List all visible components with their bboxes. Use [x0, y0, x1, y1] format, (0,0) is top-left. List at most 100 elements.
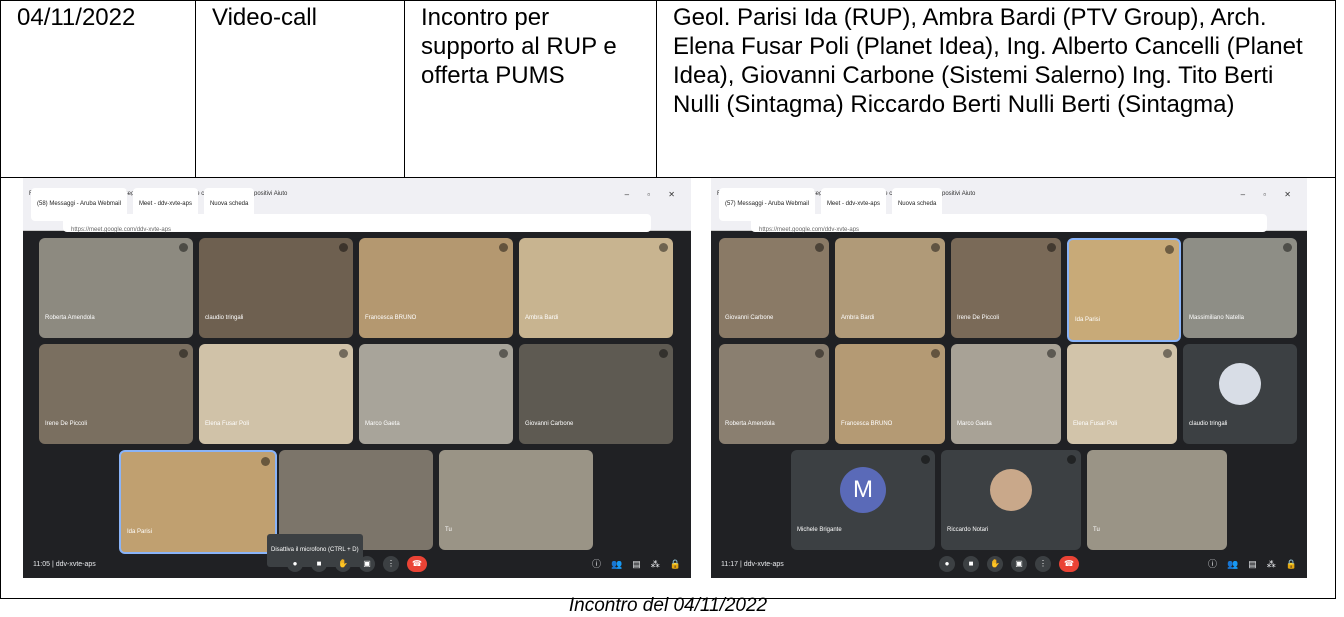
present-icon[interactable]: ▣	[359, 556, 375, 572]
browser-chrome: File Modifica Visualizza Cronologia Segn…	[23, 178, 691, 233]
lock-icon[interactable]: 🔒	[670, 550, 681, 579]
participant-name: Irene De Piccoli	[45, 421, 88, 427]
participant-name: Tu	[1093, 527, 1100, 533]
video-tile: Ambra Bardi	[519, 238, 673, 338]
activities-icon[interactable]: ⁂	[651, 550, 660, 579]
avatar: M	[840, 467, 886, 513]
side-controls: ⓘ 👥 ▤ ⁂ 🔒	[592, 550, 681, 579]
participant-name: Ambra Bardi	[841, 315, 875, 321]
participant-name: Marco Gaeta	[365, 421, 400, 427]
participant-name: Ambra Bardi	[525, 315, 559, 321]
mic-icon	[921, 455, 930, 464]
camera-icon[interactable]: ■	[311, 556, 327, 572]
call-controls: ● ■ ✋ ▣ ⋮ ☎	[939, 556, 1079, 572]
participant-name: Roberta Amendola	[725, 421, 775, 427]
video-tile: Riccardo Notari	[941, 450, 1081, 550]
microphone-icon[interactable]: ●	[287, 556, 303, 572]
mic-icon	[659, 349, 668, 358]
meet-controls-bar: 11:17 | ddv-xvte-aps ● ■ ✋ ▣ ⋮ ☎ ⓘ 👥 ▤ ⁂	[711, 550, 1307, 578]
microphone-icon[interactable]: ●	[939, 556, 955, 572]
tab-bar: (58) Messaggi - Aruba Webmail Meet - ddv…	[23, 187, 691, 221]
participant-name: Roberta Amendola	[45, 315, 95, 321]
video-tile-self: Tu	[1087, 450, 1227, 550]
mic-icon	[1047, 349, 1056, 358]
video-tile: Roberta Amendola	[719, 344, 829, 444]
participant-name: Riccardo Notari	[947, 527, 989, 533]
browser-tab[interactable]: Nuova scheda	[891, 187, 943, 221]
video-tile: Massimiliano Natella	[1183, 238, 1297, 338]
participant-name: Giovanni Carbone	[725, 315, 774, 321]
participant-name: Elena Fusar Poli	[205, 421, 250, 427]
chat-icon[interactable]: ▤	[1248, 550, 1257, 579]
video-tile: Francesca BRUNO	[359, 238, 513, 338]
camera-icon[interactable]: ■	[963, 556, 979, 572]
video-tile: Irene De Piccoli	[951, 238, 1061, 338]
video-tile: Elena Fusar Poli	[199, 344, 353, 444]
meet-screenshot-2: File Modifica Visualizza Cronologia Segn…	[711, 178, 1307, 578]
video-tile: Marco Gaeta	[359, 344, 513, 444]
mic-icon	[339, 243, 348, 252]
activities-icon[interactable]: ⁂	[1267, 550, 1276, 579]
meeting-code: ddv-xvte-aps	[743, 560, 784, 568]
url-bar[interactable]: https://meet.google.com/ddv-xvte-aps	[751, 214, 1267, 233]
video-tile: Elena Fusar Poli	[1067, 344, 1177, 444]
participant-name: Irene De Piccoli	[957, 315, 1000, 321]
figure-caption: Incontro del 04/11/2022	[568, 595, 768, 616]
video-tile-active: Ida Parisi	[119, 450, 277, 554]
mic-icon	[1047, 243, 1056, 252]
url-bar[interactable]: https://meet.google.com/ddv-xvte-aps	[63, 214, 651, 233]
mic-icon	[339, 349, 348, 358]
meeting-time: 11:17	[721, 560, 738, 568]
participant-name: Francesca BRUNO	[365, 315, 417, 321]
meeting-table: 04/11/2022 Video-call Incontro per suppo…	[0, 0, 1336, 599]
video-tile-self: Tu	[439, 450, 593, 550]
participant-name: Giovanni Carbone	[525, 421, 574, 427]
video-tile: Francesca BRUNO	[835, 344, 945, 444]
call-controls: ● ■ ✋ ▣ ⋮ ☎	[287, 556, 427, 572]
subject-cell: Incontro per supporto al RUP e offerta P…	[404, 0, 657, 178]
video-tile: Irene De Piccoli	[39, 344, 193, 444]
raise-hand-icon[interactable]: ✋	[335, 556, 351, 572]
browser-tab[interactable]: Nuova scheda	[203, 187, 255, 221]
video-tile: Giovanni Carbone	[519, 344, 673, 444]
participant-name: Elena Fusar Poli	[1073, 421, 1118, 427]
participant-name: Michele Brigante	[797, 527, 842, 533]
mic-icon	[1163, 349, 1172, 358]
video-tile: M Michele Brigante	[791, 450, 935, 550]
people-icon[interactable]: 👥	[1227, 550, 1238, 579]
video-tile: Marco Gaeta	[951, 344, 1061, 444]
people-icon[interactable]: 👥	[611, 550, 622, 579]
mic-icon	[179, 243, 188, 252]
raise-hand-icon[interactable]: ✋	[987, 556, 1003, 572]
chat-icon[interactable]: ▤	[632, 550, 641, 579]
info-icon[interactable]: ⓘ	[592, 550, 601, 579]
video-tile: claudio tringali	[199, 238, 353, 338]
video-tile: Ambra Bardi	[835, 238, 945, 338]
meet-controls-bar: 11:05 | ddv-xvte-aps ● ■ ✋ ▣ ⋮ ☎ ⓘ 👥 ▤ ⁂	[23, 550, 691, 578]
meeting-code: ddv-xvte-aps	[55, 560, 96, 568]
hang-up-icon[interactable]: ☎	[407, 556, 427, 572]
mic-icon	[1165, 245, 1174, 254]
meeting-time: 11:05	[33, 560, 50, 568]
mic-icon	[499, 243, 508, 252]
window-controls: – ▫ ✕	[624, 190, 683, 199]
mic-icon	[1283, 243, 1292, 252]
info-icon[interactable]: ⓘ	[1208, 550, 1217, 579]
video-tile: claudio tringali	[1183, 344, 1297, 444]
mic-icon	[815, 349, 824, 358]
avatar	[990, 469, 1032, 511]
screenshots-cell: File Modifica Visualizza Cronologia Segn…	[0, 177, 1336, 599]
more-options-icon[interactable]: ⋮	[1035, 556, 1051, 572]
more-options-icon[interactable]: ⋮	[383, 556, 399, 572]
participant-name: Massimiliano Natella	[1189, 315, 1245, 321]
tab-bar: (57) Messaggi - Aruba Webmail Meet - ddv…	[711, 187, 1307, 221]
lock-icon[interactable]: 🔒	[1286, 550, 1297, 579]
participant-name: Ida Parisi	[1075, 317, 1101, 323]
meeting-info: 11:17 | ddv-xvte-aps	[721, 560, 784, 568]
hang-up-icon[interactable]: ☎	[1059, 556, 1079, 572]
present-icon[interactable]: ▣	[1011, 556, 1027, 572]
side-controls: ⓘ 👥 ▤ ⁂ 🔒	[1208, 550, 1297, 579]
participant-name: claudio tringali	[205, 315, 244, 321]
participants-cell: Geol. Parisi Ida (RUP), Ambra Bardi (PTV…	[656, 0, 1336, 178]
participant-name: claudio tringali	[1189, 421, 1228, 427]
